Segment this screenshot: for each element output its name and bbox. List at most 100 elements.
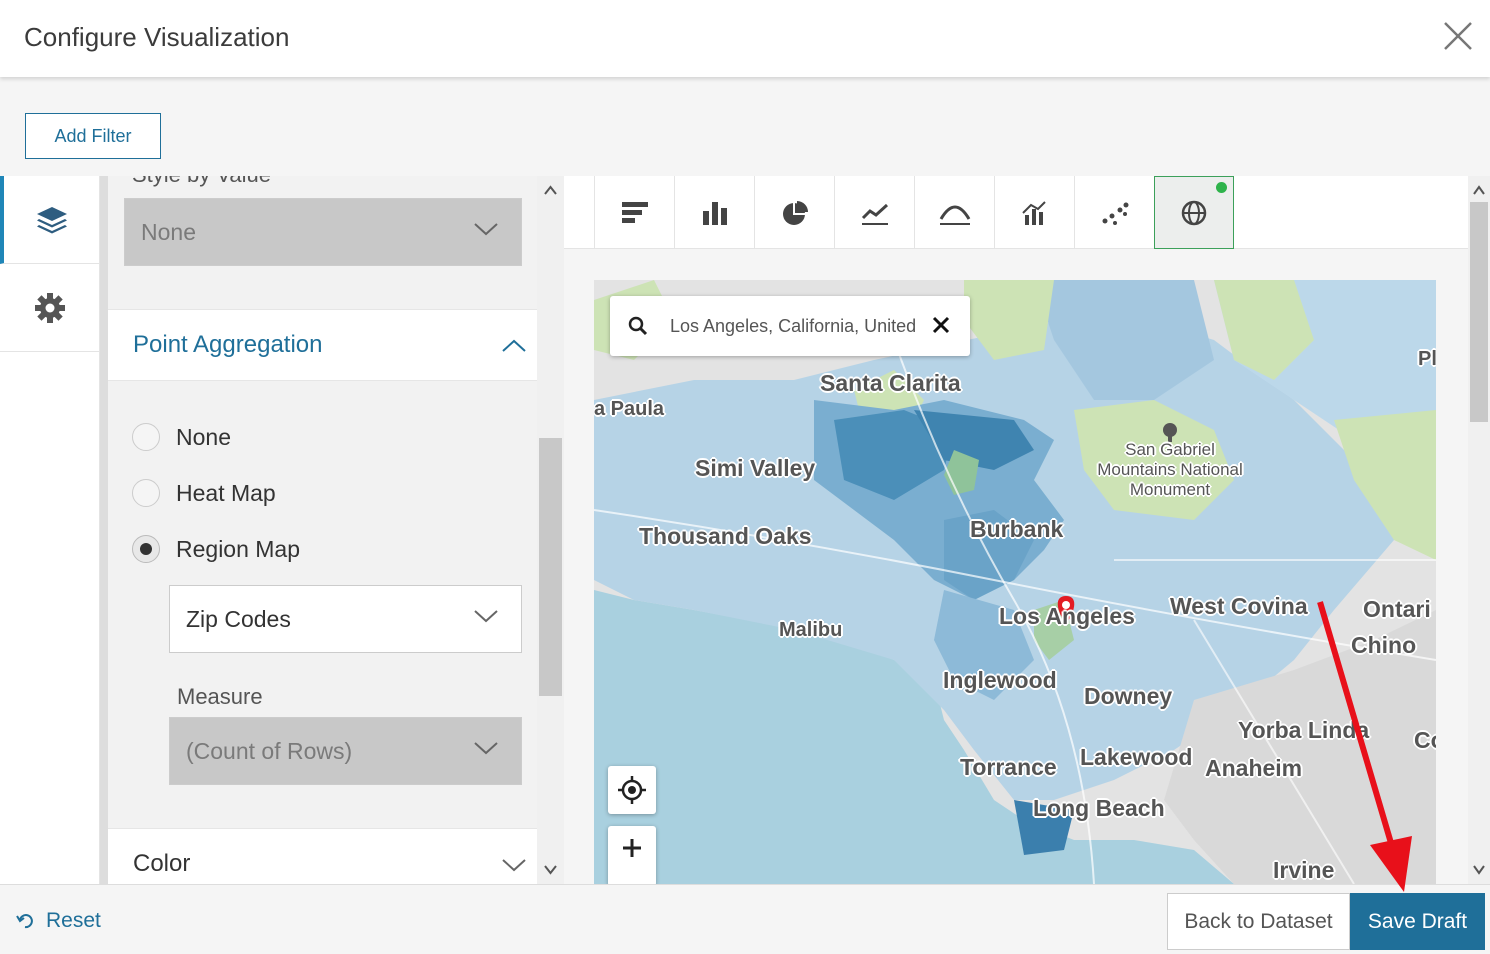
map-label: Irvine — [1273, 857, 1335, 883]
scatter-plot-icon — [1102, 202, 1128, 225]
nav-settings[interactable] — [0, 264, 100, 352]
column-chart-icon — [702, 201, 727, 225]
area-chart-icon — [939, 205, 970, 225]
add-filter-button[interactable]: Add Filter — [25, 113, 161, 159]
left-nav — [0, 176, 100, 884]
style-by-value-label: Style by Value — [132, 176, 271, 188]
section-title: Color — [133, 850, 191, 877]
map-canvas[interactable]: Santa Clarita a Paula Simi Valley San Ga… — [594, 280, 1436, 884]
viz-bar-horizontal[interactable] — [594, 176, 674, 249]
section-color[interactable]: Color — [108, 828, 537, 884]
scroll-thumb[interactable] — [1470, 202, 1488, 422]
reset-label: Reset — [46, 909, 101, 932]
style-by-value-value: None — [141, 218, 196, 245]
map-label: Simi Valley — [695, 455, 816, 481]
combo-chart-icon — [1021, 200, 1046, 225]
viz-scrollbar[interactable] — [1468, 176, 1490, 884]
scroll-up-icon[interactable] — [1472, 184, 1486, 196]
gear-icon — [35, 292, 65, 323]
clear-search-icon[interactable] — [932, 316, 950, 334]
plus-icon — [623, 839, 641, 857]
radio-button[interactable] — [132, 479, 160, 507]
map-label: Yorba Linda — [1238, 717, 1370, 743]
map-label: Thousand Oaks — [639, 523, 812, 549]
zoom-in-button[interactable] — [608, 826, 656, 884]
chevron-down-icon — [474, 742, 498, 755]
map-label-line: Mountains National — [1097, 460, 1243, 479]
dialog-footer: Reset Back to Dataset Save Draft — [0, 884, 1490, 954]
map-label: Downey — [1084, 683, 1173, 709]
style-by-value-select[interactable]: None — [124, 198, 522, 266]
section-title: Point Aggregation — [133, 331, 323, 358]
config-panel: Style by Value None Point Aggregation No… — [100, 176, 537, 884]
viz-line-chart[interactable] — [834, 176, 914, 249]
map-label: Ontari — [1363, 596, 1431, 622]
viz-pie-chart[interactable] — [754, 176, 834, 249]
bar-horizontal-icon — [621, 201, 648, 223]
viz-area-chart[interactable] — [914, 176, 994, 249]
map-label: Burbank — [970, 516, 1064, 542]
undo-icon — [16, 914, 33, 929]
back-to-dataset-button[interactable]: Back to Dataset — [1167, 893, 1350, 950]
section-point-aggregation[interactable]: Point Aggregation — [108, 309, 537, 381]
crosshair-icon — [618, 776, 646, 804]
map-label: Co — [1414, 727, 1436, 753]
dialog-title: Configure Visualization — [24, 22, 290, 52]
nav-layers[interactable] — [0, 176, 100, 264]
search-icon — [628, 316, 648, 336]
map-label: Santa Clarita — [820, 370, 961, 396]
close-icon[interactable] — [1440, 18, 1476, 54]
scroll-thumb[interactable] — [539, 438, 562, 696]
radio-none[interactable]: None — [132, 422, 231, 452]
region-type-value: Zip Codes — [186, 605, 291, 632]
map-label: Chino — [1351, 632, 1417, 658]
measure-value: (Count of Rows) — [186, 737, 353, 764]
chevron-down-icon — [474, 223, 498, 236]
radio-label: Region Map — [176, 535, 301, 562]
map-label-line: San Gabriel — [1125, 440, 1215, 459]
viz-map[interactable] — [1154, 176, 1234, 249]
save-draft-button[interactable]: Save Draft — [1350, 893, 1485, 950]
panel-scrollbar[interactable] — [537, 176, 564, 884]
pie-chart-icon — [782, 200, 808, 225]
viz-combo-chart[interactable] — [994, 176, 1074, 249]
filter-bar: Add Filter — [0, 77, 1490, 176]
dialog-header: Configure Visualization — [0, 0, 1490, 77]
radio-button-selected[interactable] — [132, 535, 160, 563]
scroll-down-icon[interactable] — [543, 864, 558, 876]
map-label: Inglewood — [943, 667, 1057, 693]
selected-indicator — [1216, 182, 1227, 193]
map-globe-icon — [1181, 200, 1207, 225]
viz-column-chart[interactable] — [674, 176, 754, 249]
measure-label: Measure — [177, 684, 263, 709]
map-label: Los Angeles — [999, 603, 1135, 629]
viz-scatter-plot[interactable] — [1074, 176, 1154, 249]
map-label: Pl — [1418, 348, 1436, 370]
map-label: Anaheim — [1205, 755, 1303, 781]
line-chart-icon — [861, 203, 888, 225]
map-label: Torrance — [960, 754, 1057, 780]
radio-region-map[interactable]: Region Map — [132, 534, 300, 564]
radio-heat-map[interactable]: Heat Map — [132, 478, 276, 508]
scroll-up-icon[interactable] — [543, 184, 558, 196]
map-label-line: Monument — [1129, 480, 1211, 499]
map-label: Malibu — [779, 619, 843, 641]
radio-label: None — [176, 423, 231, 450]
viz-type-toolbar — [564, 176, 1468, 249]
reset-button[interactable]: Reset — [16, 909, 101, 933]
scroll-down-icon[interactable] — [1472, 864, 1486, 876]
map-label: a Paula — [594, 398, 665, 420]
map-basemap — [594, 280, 1436, 884]
map-label: West Covina — [1170, 593, 1308, 619]
map-label: San Gabriel Mountains National Monument — [1089, 440, 1251, 500]
measure-select[interactable]: (Count of Rows) — [169, 717, 522, 785]
chevron-down-icon — [502, 859, 526, 872]
chevron-down-icon — [474, 610, 498, 623]
map-search-input[interactable]: Los Angeles, California, United — [670, 316, 930, 337]
region-type-select[interactable]: Zip Codes — [169, 585, 522, 653]
map-label: Long Beach — [1033, 795, 1165, 821]
map-search-box[interactable]: Los Angeles, California, United — [610, 296, 970, 356]
locate-me-button[interactable] — [608, 766, 656, 814]
layers-icon — [37, 206, 67, 233]
radio-button[interactable] — [132, 423, 160, 451]
